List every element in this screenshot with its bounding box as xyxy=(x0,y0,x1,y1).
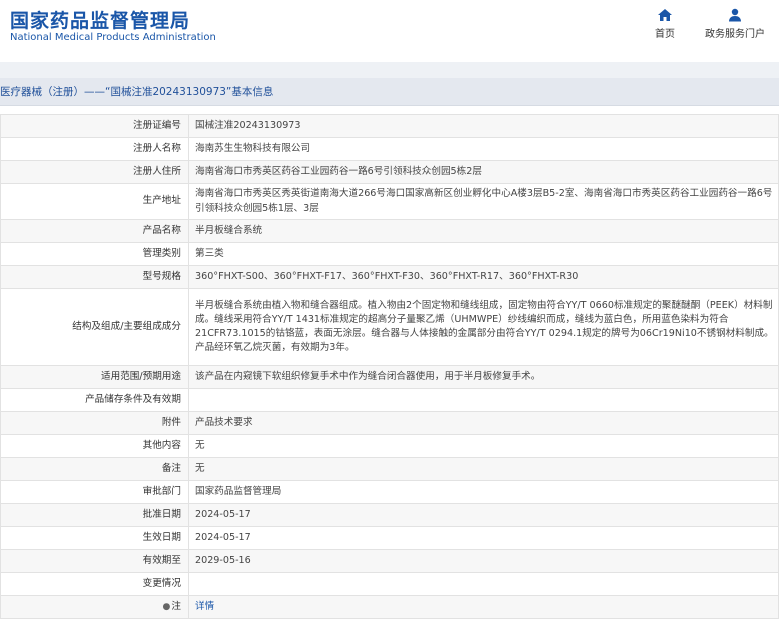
row-value: 半月板缝合系统由植入物和缝合器组成。植入物由2个固定物和缝线组成，固定物由符合Y… xyxy=(188,288,779,366)
row-value: 海南省海口市秀英区药谷工业园药谷一路6号引领科技众创园5栋2层 xyxy=(188,160,779,184)
row-value: 无 xyxy=(188,434,779,458)
table-row: 有效期至 2029-05-16 xyxy=(0,549,779,573)
registration-info-table: 注册证编号 国械注准20243130973 注册人名称 海南苏生生物科技有限公司… xyxy=(0,114,779,619)
row-label: 适用范围/预期用途 xyxy=(0,365,189,389)
row-label: 其他内容 xyxy=(0,434,189,458)
table-row: 备注 无 xyxy=(0,457,779,481)
nav-home-label: 首页 xyxy=(655,29,675,40)
spacer xyxy=(0,106,779,114)
row-value: 海南苏生生物科技有限公司 xyxy=(188,137,779,161)
row-label-note: ●注 xyxy=(0,595,189,619)
nav-gov-portal-label: 政务服务门户 xyxy=(705,29,765,40)
table-row: 生产地址 海南省海口市秀英区秀英街道南海大道266号海口国家高新区创业孵化中心A… xyxy=(0,183,779,220)
row-label: 结构及组成/主要组成成分 xyxy=(0,288,189,366)
row-value xyxy=(188,388,779,412)
row-label: 有效期至 xyxy=(0,549,189,573)
row-value: 360°FHXT-S00、360°FHXT-F17、360°FHXT-F30、3… xyxy=(188,265,779,289)
row-value: 2024-05-17 xyxy=(188,526,779,550)
table-row: 结构及组成/主要组成成分 半月板缝合系统由植入物和缝合器组成。植入物由2个固定物… xyxy=(0,288,779,366)
site-name-cn[interactable]: 国家药品监督管理局 xyxy=(10,6,190,33)
table-row: 其他内容 无 xyxy=(0,434,779,458)
row-value: 海南省海口市秀英区秀英街道南海大道266号海口国家高新区创业孵化中心A楼3层B5… xyxy=(188,183,779,220)
user-icon xyxy=(729,8,741,22)
table-row: 生效日期 2024-05-17 xyxy=(0,526,779,550)
nav-home[interactable]: 首页 xyxy=(650,8,680,40)
table-row: 管理类别 第三类 xyxy=(0,242,779,266)
row-label: 变更情况 xyxy=(0,572,189,596)
row-value: 该产品在内窥镜下软组织修复手术中作为缝合闭合器使用，用于半月板修复手术。 xyxy=(188,365,779,389)
row-label: 产品储存条件及有效期 xyxy=(0,388,189,412)
row-label: 批准日期 xyxy=(0,503,189,527)
note-label: 注 xyxy=(171,600,181,612)
table-row: 注册证编号 国械注准20243130973 xyxy=(0,114,779,138)
table-row: 产品储存条件及有效期 xyxy=(0,388,779,412)
breadcrumb: 医疗器械（注册）——“国械注准20243130973”基本信息 xyxy=(0,86,274,98)
nav-gov-portal[interactable]: 政务服务门户 xyxy=(700,8,770,40)
row-value xyxy=(188,572,779,596)
site-header: 国家药品监督管理局 National Medical Products Admi… xyxy=(0,0,779,62)
home-icon xyxy=(658,9,672,21)
table-row: ●注 详情 xyxy=(0,595,779,619)
row-label: 备注 xyxy=(0,457,189,481)
row-label: 产品名称 xyxy=(0,219,189,243)
row-label: 注册人住所 xyxy=(0,160,189,184)
row-label: 审批部门 xyxy=(0,480,189,504)
header-divider xyxy=(0,62,779,78)
row-value: 国家药品监督管理局 xyxy=(188,480,779,504)
row-value: 半月板缝合系统 xyxy=(188,219,779,243)
table-row: 适用范围/预期用途 该产品在内窥镜下软组织修复手术中作为缝合闭合器使用，用于半月… xyxy=(0,365,779,389)
row-label: 管理类别 xyxy=(0,242,189,266)
row-label: 型号规格 xyxy=(0,265,189,289)
details-link[interactable]: 详情 xyxy=(195,601,214,612)
row-label: 生效日期 xyxy=(0,526,189,550)
table-row: 附件 产品技术要求 xyxy=(0,411,779,435)
row-value: 国械注准20243130973 xyxy=(188,114,779,138)
row-value: 2024-05-17 xyxy=(188,503,779,527)
table-row: 注册人名称 海南苏生生物科技有限公司 xyxy=(0,137,779,161)
row-label: 附件 xyxy=(0,411,189,435)
breadcrumb-bar: 医疗器械（注册）——“国械注准20243130973”基本信息 xyxy=(0,78,779,106)
table-row: 型号规格 360°FHXT-S00、360°FHXT-F17、360°FHXT-… xyxy=(0,265,779,289)
table-row: 审批部门 国家药品监督管理局 xyxy=(0,480,779,504)
row-value: 无 xyxy=(188,457,779,481)
table-row: 批准日期 2024-05-17 xyxy=(0,503,779,527)
row-value: 2029-05-16 xyxy=(188,549,779,573)
table-row: 产品名称 半月板缝合系统 xyxy=(0,219,779,243)
row-label: 注册人名称 xyxy=(0,137,189,161)
row-value: 第三类 xyxy=(188,242,779,266)
table-row: 注册人住所 海南省海口市秀英区药谷工业园药谷一路6号引领科技众创园5栋2层 xyxy=(0,160,779,184)
site-name-en[interactable]: National Medical Products Administration xyxy=(10,32,216,43)
row-value: 产品技术要求 xyxy=(188,411,779,435)
table-row: 变更情况 xyxy=(0,572,779,596)
lightbulb-icon: ● xyxy=(162,601,171,612)
row-label: 生产地址 xyxy=(0,183,189,220)
row-value: 详情 xyxy=(188,595,779,619)
row-label: 注册证编号 xyxy=(0,114,189,138)
